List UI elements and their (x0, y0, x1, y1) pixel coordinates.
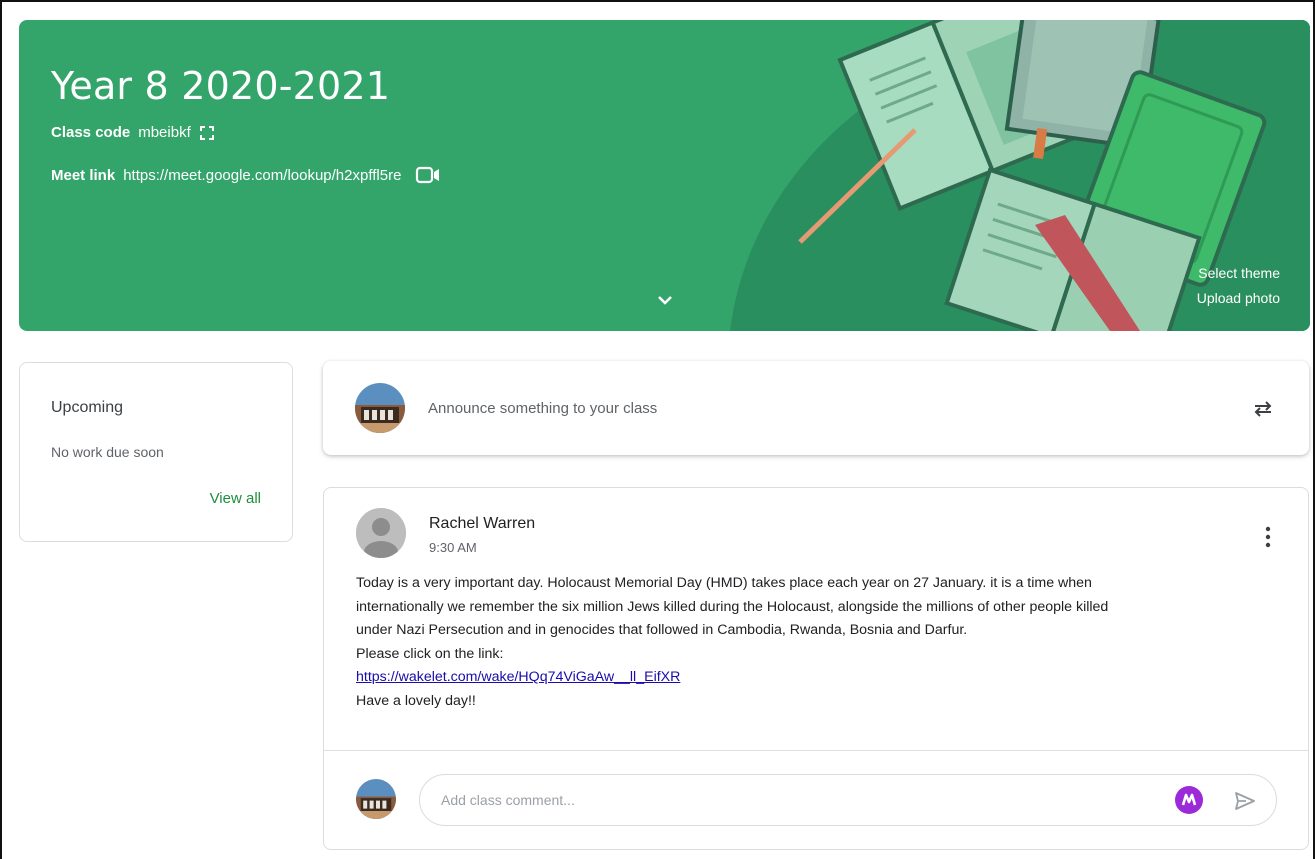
more-vert-icon[interactable] (1264, 525, 1272, 549)
extension-icon[interactable] (1175, 786, 1203, 814)
meet-link-url[interactable]: https://meet.google.com/lookup/h2xpffl5r… (123, 167, 401, 184)
class-code-value: mbeibkf (138, 124, 191, 141)
send-icon[interactable] (1232, 788, 1258, 814)
post-line: under Nazi Persecution and in genocides … (356, 622, 968, 638)
post-closing: Have a lovely day!! (356, 692, 476, 709)
video-camera-icon[interactable] (415, 166, 441, 184)
meet-link-row: Meet link https://meet.google.com/lookup… (51, 166, 441, 184)
stream-post: Rachel Warren 9:30 AM Today is a very im… (323, 487, 1309, 850)
post-time: 9:30 AM (429, 540, 477, 555)
commenter-avatar (356, 779, 396, 819)
class-title: Year 8 2020-2021 (51, 64, 391, 108)
fullscreen-icon[interactable] (199, 125, 215, 141)
upcoming-card: Upcoming No work due soon View all (19, 362, 293, 542)
chevron-down-icon[interactable] (653, 288, 677, 312)
upload-photo-link[interactable]: Upload photo (1197, 290, 1280, 306)
post-line: Please click on the link: (356, 645, 504, 662)
post-line: Today is a very important day. Holocaust… (356, 575, 1092, 591)
post-author: Rachel Warren (429, 515, 536, 532)
select-theme-link[interactable]: Select theme (1198, 265, 1280, 281)
banner-illustration (730, 20, 1310, 331)
class-code-label: Class code (51, 124, 131, 141)
user-avatar (355, 383, 405, 433)
post-link[interactable]: https://wakelet.com/wake/HQq74ViGaAw__ll… (356, 669, 680, 685)
post-line: internationally we remember the six mill… (356, 598, 1109, 615)
class-banner: Year 8 2020-2021 Class code mbeibkf Meet… (19, 20, 1310, 331)
comment-input[interactable] (441, 775, 1141, 825)
comment-box (419, 774, 1277, 826)
announce-box[interactable]: Announce something to your class (323, 361, 1309, 455)
upcoming-title: Upcoming (51, 399, 124, 416)
upcoming-empty-text: No work due soon (51, 444, 164, 460)
view-all-link[interactable]: View all (210, 490, 261, 507)
announce-placeholder[interactable]: Announce something to your class (428, 400, 657, 417)
meet-link-label: Meet link (51, 166, 116, 184)
author-avatar (356, 508, 406, 558)
reuse-post-icon[interactable] (1249, 395, 1277, 423)
post-body: Today is a very important day. Holocaust… (356, 572, 1276, 713)
post-divider (324, 750, 1308, 751)
class-code-row: Class code mbeibkf (51, 124, 215, 141)
